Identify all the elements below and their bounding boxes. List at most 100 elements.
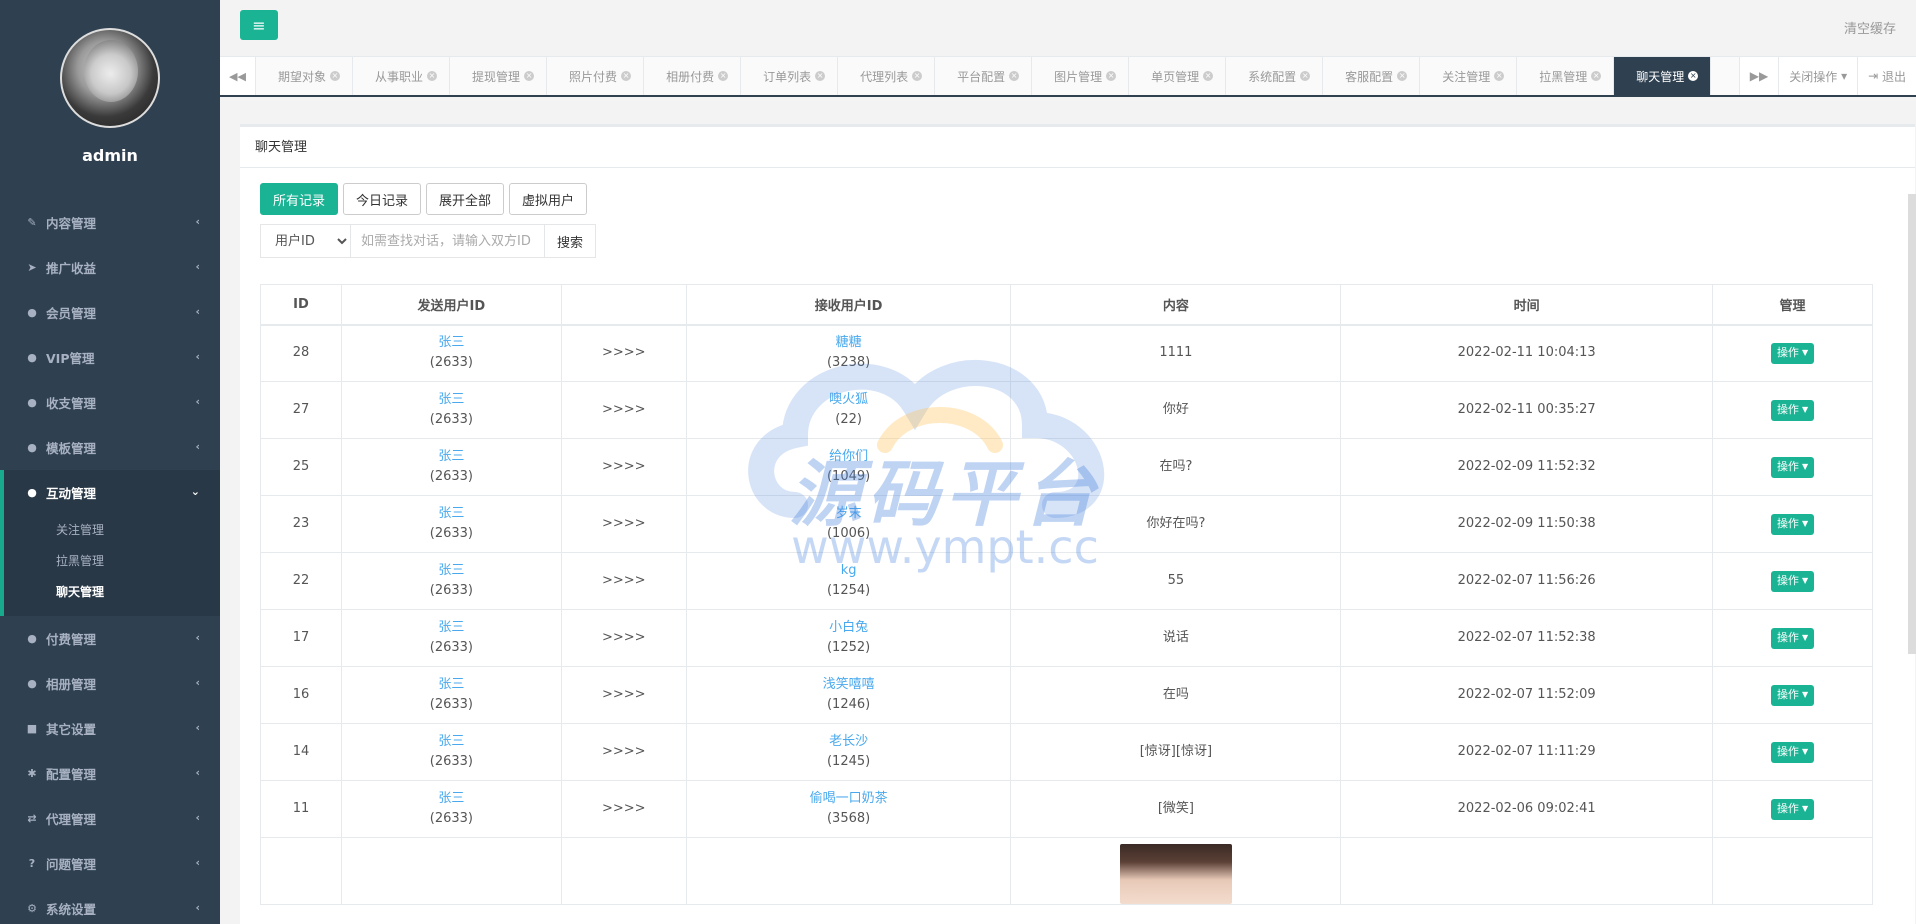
receiver-link[interactable]: 小白兔 — [829, 620, 868, 635]
receiver-link[interactable]: kg — [841, 563, 857, 578]
profile-name[interactable]: admin — [0, 146, 220, 165]
sidebar-item-members[interactable]: ● 会员管理 ‹ — [0, 290, 220, 335]
chevron-left-icon: ‹ — [195, 811, 200, 824]
row-action-dropdown[interactable]: 操作 ▼ — [1770, 684, 1815, 706]
sidebar-item-promotion[interactable]: ➤ 推广收益 ‹ — [0, 245, 220, 290]
menu-toggle-button[interactable]: ≡ — [240, 10, 278, 40]
row-action-dropdown[interactable]: 操作 ▼ — [1770, 513, 1815, 535]
search-button[interactable]: 搜索 — [545, 224, 597, 258]
tab-withdraw[interactable]: 提现管理 × — [450, 57, 548, 95]
avatar[interactable] — [60, 28, 160, 128]
close-icon[interactable]: × — [1494, 71, 1505, 81]
close-ops-dropdown[interactable]: 关闭操作 ▾ — [1778, 57, 1858, 95]
close-icon[interactable]: × — [718, 71, 729, 81]
expand-all-button[interactable]: 展开全部 — [426, 183, 505, 215]
receiver-link[interactable]: 老长沙 — [829, 734, 868, 749]
sidebar-item-system[interactable]: ⚙ 系统设置 ‹ — [0, 886, 220, 924]
close-icon[interactable]: × — [1009, 71, 1020, 81]
receiver-link[interactable]: 噢火狐 — [829, 392, 868, 407]
sender-link[interactable]: 张三 — [438, 734, 464, 749]
sender-link[interactable]: 张三 — [438, 563, 464, 578]
sidebar-subitem-follow[interactable]: 关注管理 — [4, 515, 220, 546]
tab-agents[interactable]: 代理列表 × — [838, 57, 936, 95]
close-icon[interactable]: × — [815, 71, 826, 81]
close-icon[interactable]: × — [1688, 71, 1699, 81]
cell-time: 2022-02-07 11:52:09 — [1340, 666, 1714, 724]
sidebar-item-album[interactable]: ● 相册管理 ‹ — [0, 661, 220, 706]
sidebar-item-templates[interactable]: ● 模板管理 ‹ — [0, 425, 220, 470]
message-image-thumbnail[interactable] — [1119, 844, 1232, 904]
close-icon[interactable]: × — [524, 71, 535, 81]
tab-images[interactable]: 图片管理 × — [1032, 57, 1130, 95]
logout-button[interactable]: ⇥ 退出 — [1857, 57, 1916, 95]
tab-album-pay[interactable]: 相册付费 × — [644, 57, 742, 95]
virtual-users-button[interactable]: 虚拟用户 — [509, 183, 588, 215]
sender-link[interactable]: 张三 — [438, 392, 464, 407]
sidebar-item-agent[interactable]: ⇄ 代理管理 ‹ — [0, 796, 220, 841]
receiver-link[interactable]: 岁末 — [836, 506, 862, 521]
sender-link[interactable]: 张三 — [438, 677, 464, 692]
receiver-link[interactable]: 浅笑嘻嘻 — [823, 677, 875, 692]
sidebar-subitem-blacklist[interactable]: 拉黑管理 — [4, 546, 220, 577]
tab-photo-pay[interactable]: 照片付费 × — [547, 57, 645, 95]
row-action-dropdown[interactable]: 操作 ▼ — [1770, 741, 1815, 763]
sidebar-item-questions[interactable]: ? 问题管理 ‹ — [0, 841, 220, 886]
clear-cache-link[interactable]: 清空缓存 — [1844, 18, 1896, 37]
sidebar-item-vip[interactable]: ● VIP管理 ‹ — [0, 335, 220, 380]
receiver-link[interactable]: 给你们 — [829, 449, 868, 464]
tab-service-config[interactable]: 客服配置 × — [1323, 57, 1421, 95]
sender-link[interactable]: 张三 — [438, 506, 464, 521]
sidebar-item-interaction[interactable]: ● 互动管理 ⌄ — [4, 470, 220, 515]
tab-chat[interactable]: 聊天管理 × — [1614, 57, 1712, 95]
sidebar-item-config[interactable]: ✱ 配置管理 ‹ — [0, 751, 220, 796]
tab-system-config[interactable]: 系统配置 × — [1226, 57, 1324, 95]
sender-link[interactable]: 张三 — [438, 449, 464, 464]
cell-arrow: >>>> — [560, 381, 687, 439]
row-action-dropdown[interactable]: 操作 ▼ — [1770, 399, 1815, 421]
receiver-link[interactable]: 偷喝一口奶茶 — [810, 791, 888, 806]
sender-link[interactable]: 张三 — [438, 620, 464, 635]
sender-link[interactable]: 张三 — [438, 791, 464, 806]
sidebar-item-payment[interactable]: ● 付费管理 ‹ — [0, 616, 220, 661]
receiver-link[interactable]: 糖糖 — [836, 335, 862, 350]
row-action-dropdown[interactable]: 操作 ▼ — [1770, 456, 1815, 478]
tab-career[interactable]: 从事职业 × — [353, 57, 451, 95]
close-icon[interactable]: × — [427, 71, 438, 81]
col-id: ID — [260, 284, 342, 326]
tab-blacklist[interactable]: 拉黑管理 × — [1517, 57, 1615, 95]
sidebar-item-finance[interactable]: ● 收支管理 ‹ — [0, 380, 220, 425]
close-icon[interactable]: × — [621, 71, 632, 81]
close-icon[interactable]: × — [912, 71, 923, 81]
search-input[interactable] — [350, 224, 545, 258]
today-records-button[interactable]: 今日记录 — [343, 183, 422, 215]
tab-pages[interactable]: 单页管理 × — [1129, 57, 1227, 95]
tab-follow[interactable]: 关注管理 × — [1420, 57, 1518, 95]
close-icon[interactable]: × — [1300, 71, 1311, 81]
search-type-select[interactable]: 用户ID — [260, 224, 350, 258]
close-icon[interactable]: × — [1591, 71, 1602, 81]
close-icon[interactable]: × — [330, 71, 341, 81]
tab-scroll-left-button[interactable]: ◀◀ — [220, 57, 256, 95]
cell-content: 在吗? — [1010, 438, 1342, 496]
sidebar-item-content[interactable]: ✎ 内容管理 ‹ — [0, 200, 220, 245]
cell-id: 22 — [260, 552, 342, 610]
sender-link[interactable]: 张三 — [438, 335, 464, 350]
vertical-scrollbar[interactable] — [1908, 194, 1916, 654]
row-action-dropdown[interactable]: 操作 ▼ — [1770, 798, 1815, 820]
row-action-dropdown[interactable]: 操作 ▼ — [1770, 342, 1815, 364]
close-icon[interactable]: × — [1106, 71, 1117, 81]
filter-toolbar: 所有记录 今日记录 展开全部 虚拟用户 — [260, 183, 588, 215]
row-action-dropdown[interactable]: 操作 ▼ — [1770, 570, 1815, 592]
tab-platform-config[interactable]: 平台配置 × — [935, 57, 1033, 95]
cell-time: 2022-02-07 11:11:29 — [1340, 723, 1714, 781]
close-icon[interactable]: × — [1397, 71, 1408, 81]
tab-expect[interactable]: 期望对象 × — [256, 57, 354, 95]
tab-scroll-right-button[interactable]: ▶▶ — [1738, 57, 1779, 95]
row-action-dropdown[interactable]: 操作 ▼ — [1770, 627, 1815, 649]
sender-id: (2633) — [429, 583, 473, 598]
close-icon[interactable]: × — [1203, 71, 1214, 81]
tab-orders[interactable]: 订单列表 × — [741, 57, 839, 95]
sidebar-item-other[interactable]: ■ 其它设置 ‹ — [0, 706, 220, 751]
sidebar-subitem-chat[interactable]: 聊天管理 — [4, 577, 220, 608]
all-records-button[interactable]: 所有记录 — [260, 183, 339, 215]
